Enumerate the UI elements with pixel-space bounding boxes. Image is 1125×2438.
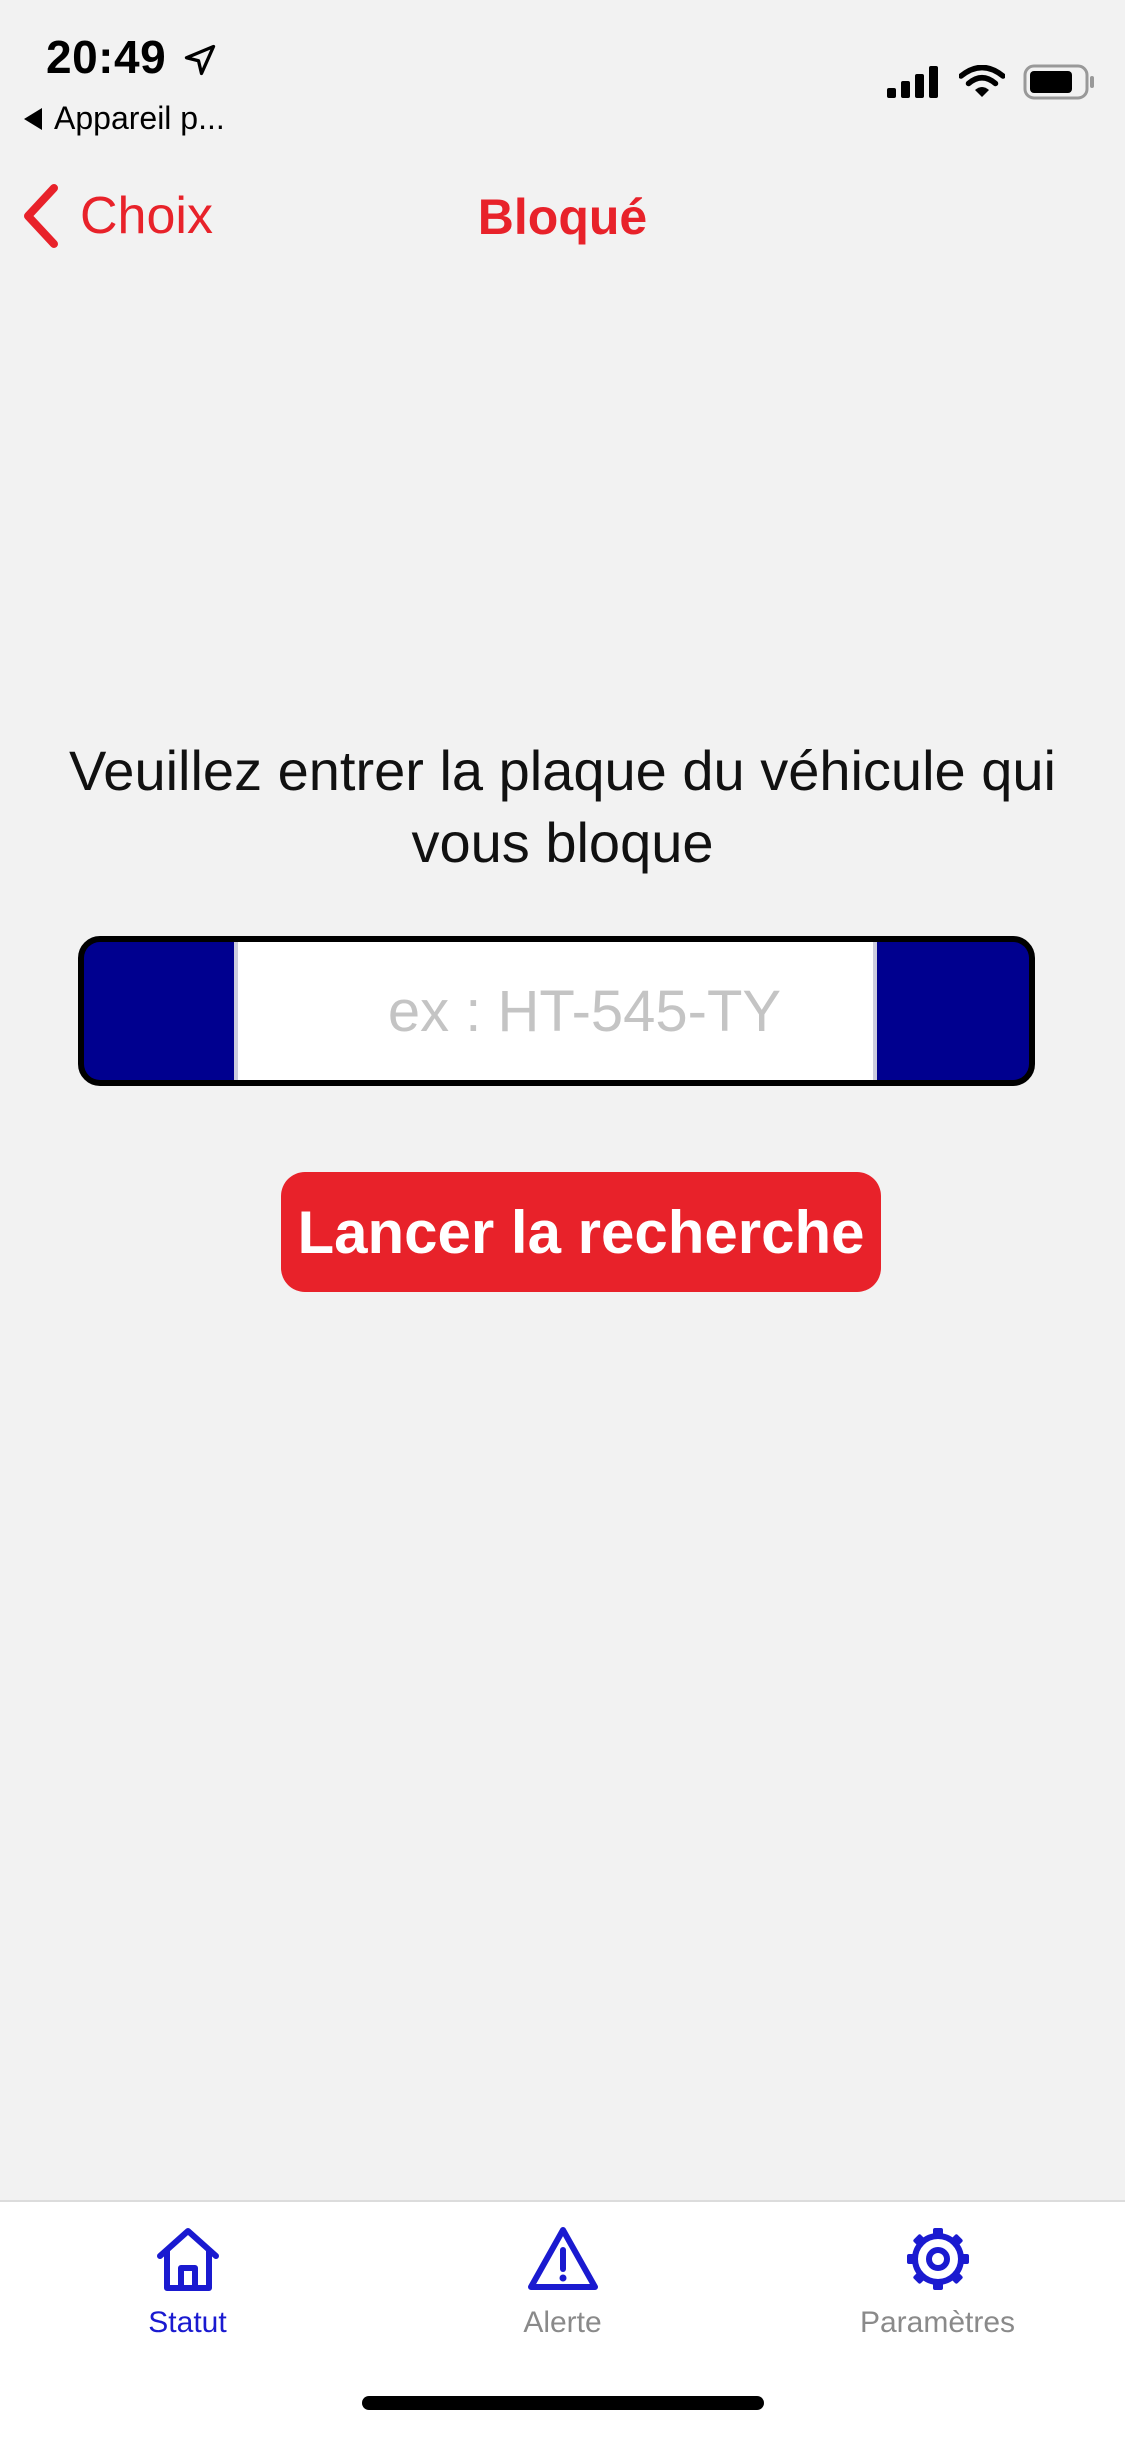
battery-icon xyxy=(1023,64,1094,100)
tab-alerte[interactable]: Alerte xyxy=(375,2222,750,2340)
back-to-app-link[interactable]: Appareil p... xyxy=(24,100,225,137)
tab-parametres[interactable]: Paramètres xyxy=(750,2222,1125,2340)
home-icon xyxy=(156,2228,219,2291)
plate-input[interactable] xyxy=(238,976,873,1046)
gear-icon xyxy=(906,2228,969,2290)
location-arrow-icon xyxy=(184,44,216,76)
back-to-app-label: Appareil p... xyxy=(54,100,225,136)
tab-label: Paramètres xyxy=(859,2306,1016,2339)
license-plate-field xyxy=(78,936,1035,1086)
navigation-bar: Bloqué Choix xyxy=(0,160,1125,270)
tab-statut[interactable]: Statut xyxy=(0,2222,375,2340)
plate-center xyxy=(234,942,877,1080)
plate-right-band xyxy=(877,942,1029,1080)
search-button[interactable]: Lancer la recherche xyxy=(281,1172,881,1292)
plate-left-band xyxy=(84,942,234,1080)
wifi-icon xyxy=(959,65,1005,97)
signal-icon xyxy=(887,66,938,98)
status-bar: 20:49 Appareil p... xyxy=(0,0,1125,140)
back-button-label: Choix xyxy=(80,187,213,245)
status-time: 20:49 xyxy=(46,31,167,83)
status-indicators xyxy=(887,64,1095,100)
plate-prompt: Veuillez entrer la plaque du véhicule qu… xyxy=(69,739,1056,874)
warning-icon xyxy=(527,2227,598,2290)
tab-label: Statut xyxy=(148,2306,227,2339)
back-triangle-icon xyxy=(24,107,42,130)
back-button[interactable]: Choix xyxy=(20,182,213,250)
home-indicator[interactable] xyxy=(362,2396,764,2410)
tab-label: Alerte xyxy=(523,2306,602,2339)
chevron-left-icon xyxy=(24,184,58,248)
